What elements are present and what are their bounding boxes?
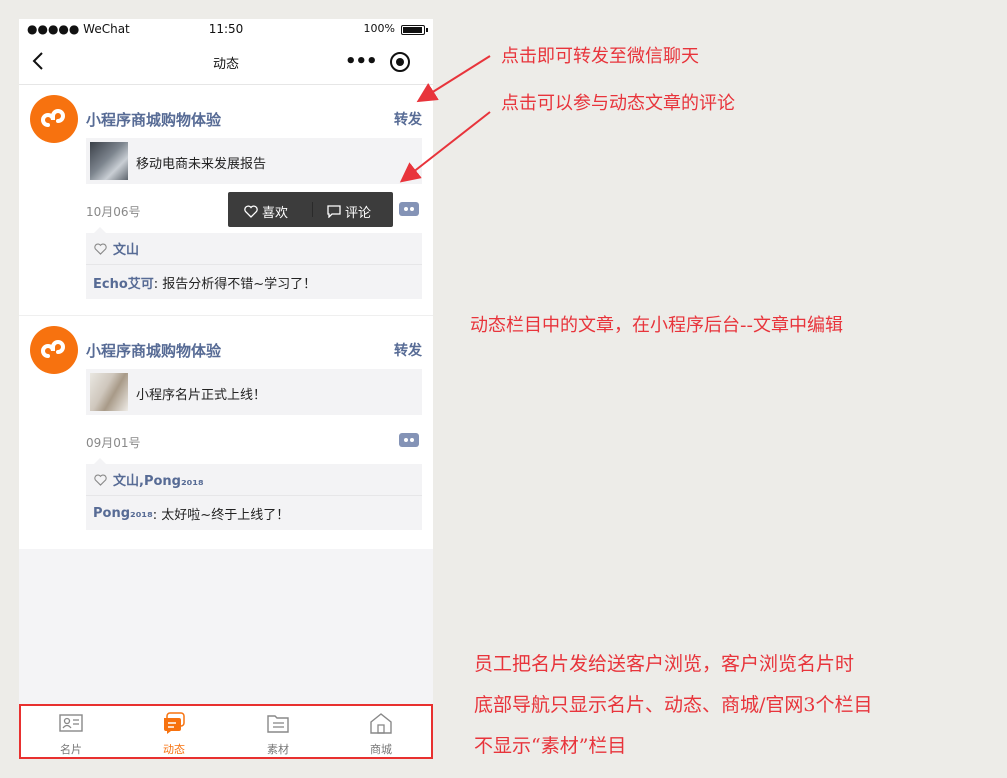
annotation-comment: 点击可以参与动态文章的评论	[501, 93, 735, 114]
annotation-footer-2: 底部导航只显示名片、动态、商城/官网3个栏目	[474, 694, 873, 716]
annotation-footer-3: 不显示“素材”栏目	[474, 735, 627, 757]
annotation-share: 点击即可转发至微信聊天	[501, 46, 699, 67]
annotation-footer-1: 员工把名片发给送客户浏览，客户浏览名片时	[474, 653, 855, 675]
annotation-article: 动态栏目中的文章，在小程序后台--文章中编辑	[470, 315, 843, 336]
